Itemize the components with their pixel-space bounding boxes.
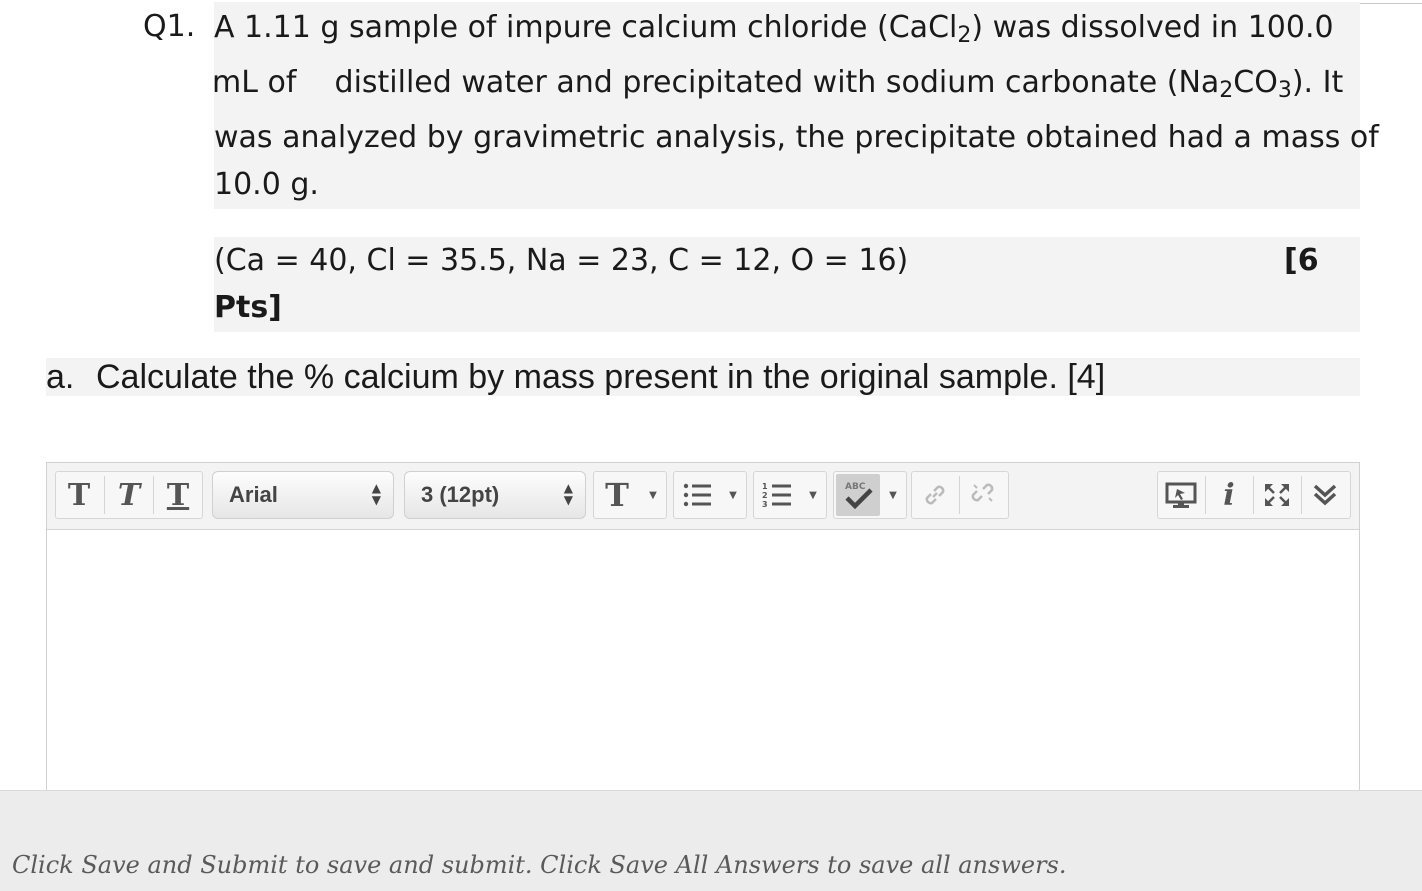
svg-text:ABC: ABC (845, 482, 866, 492)
double-chevron-down-icon[interactable] (1302, 472, 1348, 518)
tools-group: i (1157, 471, 1351, 519)
question-line-1: A 1.11 g sample of impure calcium chlori… (214, 10, 1334, 48)
select-arrows-icon: ▲ ▼ (371, 481, 381, 507)
underline-text-icon[interactable]: T (155, 472, 201, 518)
select-arrows-icon: ▲ ▼ (563, 481, 573, 507)
answer-editor: T T T Arial ▲ ▼ 3 (12pt) ▲ ▼ T ▼ ▼ 1 2 3… (46, 462, 1360, 804)
text-style-group: T T T (55, 471, 203, 519)
question-text: A 1.11 g sample of impure calcium chlori… (212, 2, 1379, 209)
bullet-list-group: ▼ (673, 471, 747, 519)
text-color-icon[interactable]: T (594, 472, 640, 518)
question-number: Q1. (143, 9, 196, 44)
part-a-text: Calculate the % calcium by mass present … (96, 358, 1106, 396)
chevron-down-icon[interactable]: ▼ (722, 472, 744, 518)
unlink-icon[interactable] (960, 472, 1006, 518)
spellcheck-icon[interactable]: ABC (836, 474, 880, 516)
bold-text-icon[interactable]: T (56, 472, 102, 518)
chevron-down-icon[interactable]: ▼ (882, 472, 904, 518)
question-line-3: was analyzed by gravimetric analysis, th… (214, 120, 1379, 155)
question-line-2: mL of distilled water and precipitated w… (212, 65, 1344, 103)
svg-text:1: 1 (762, 482, 768, 491)
save-instructions: Click Save and Submit to save and submit… (12, 851, 1067, 879)
footer-bar: Click Save and Submit to save and submit… (0, 790, 1422, 891)
editor-text-area[interactable] (47, 530, 1359, 803)
atomic-masses-block: (Ca = 40, Cl = 35.5, Na = 23, C = 12, O … (214, 237, 1360, 332)
points-label: [6 (1284, 243, 1319, 278)
info-icon[interactable]: i (1206, 472, 1252, 518)
font-size-select[interactable]: 3 (12pt) ▲ ▼ (404, 471, 586, 519)
question-line-4: 10.0 g. (214, 167, 319, 202)
chevron-down-icon[interactable]: ▼ (642, 472, 664, 518)
link-group (911, 471, 1009, 519)
italic-text-icon[interactable]: T (106, 472, 152, 518)
spellcheck-group: ABC ▼ (833, 471, 907, 519)
preview-icon[interactable] (1158, 472, 1204, 518)
svg-text:2: 2 (762, 491, 768, 500)
link-icon[interactable] (912, 472, 958, 518)
svg-text:3: 3 (762, 500, 768, 509)
numbered-list-icon[interactable]: 1 2 3 (754, 472, 800, 518)
chevron-down-icon[interactable]: ▼ (802, 472, 824, 518)
font-family-select[interactable]: Arial ▲ ▼ (212, 471, 394, 519)
points-label-continued: Pts] (214, 290, 282, 325)
part-a-question: a. Calculate the % calcium by mass prese… (46, 358, 1360, 396)
numbered-list-group: 1 2 3 ▼ (753, 471, 827, 519)
fullscreen-icon[interactable] (1254, 472, 1300, 518)
part-a-label: a. (46, 358, 75, 396)
bullet-list-icon[interactable] (674, 472, 720, 518)
text-color-group: T ▼ (593, 471, 667, 519)
editor-toolbar: T T T Arial ▲ ▼ 3 (12pt) ▲ ▼ T ▼ ▼ 1 2 3… (47, 463, 1359, 530)
atomic-masses: (Ca = 40, Cl = 35.5, Na = 23, C = 12, O … (214, 243, 909, 278)
